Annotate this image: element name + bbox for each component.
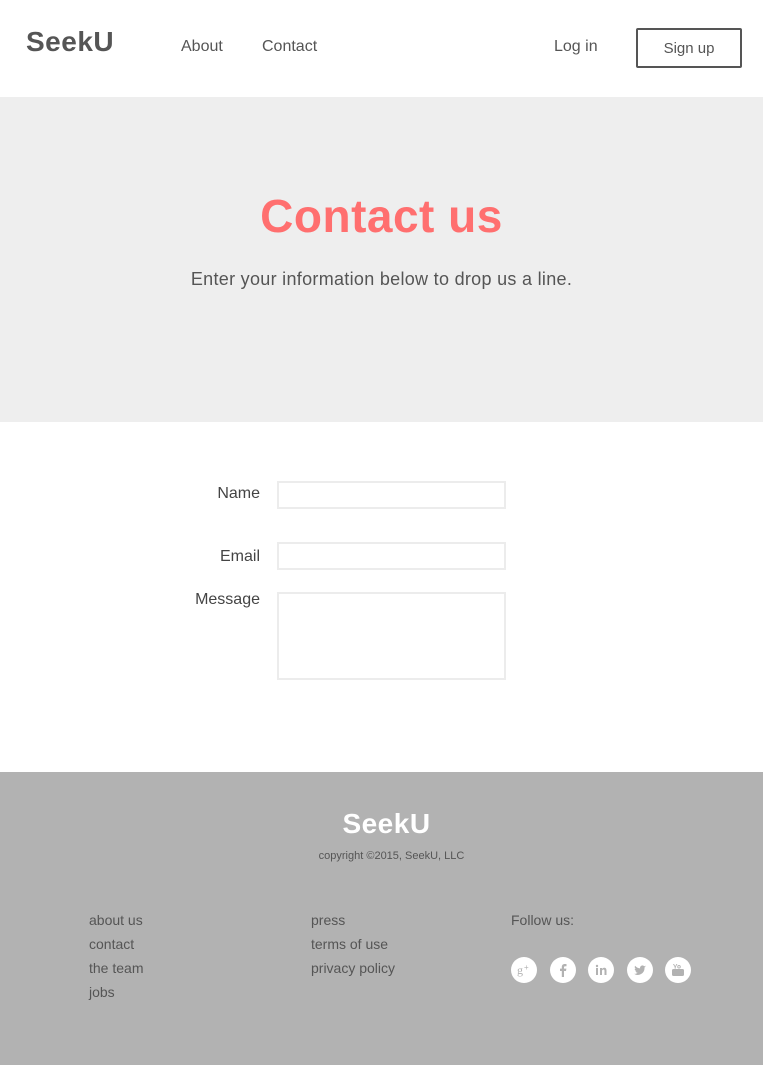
footer-logo: SeekU (342, 808, 431, 839)
footer-link-jobs[interactable]: jobs (89, 980, 143, 1004)
name-label: Name (217, 485, 260, 502)
logo[interactable]: SeekU (26, 26, 114, 58)
footer-link-the-team[interactable]: the team (89, 956, 143, 980)
footer-links-col1: about us contact the team jobs (89, 908, 143, 1004)
hero-section: Contact us Enter your information below … (0, 97, 763, 422)
nav-contact-link[interactable]: Contact (262, 38, 317, 56)
email-input[interactable] (277, 542, 506, 570)
page-title: Contact us (260, 190, 503, 242)
svg-text:+: + (524, 963, 529, 972)
svg-text:g: g (517, 963, 523, 977)
footer-links-col2: press terms of use privacy policy (311, 908, 395, 980)
name-input[interactable] (277, 481, 506, 509)
message-label: Message (195, 591, 260, 608)
page-subtitle: Enter your information below to drop us … (190, 269, 573, 289)
linkedin-icon[interactable] (588, 957, 614, 983)
footer-link-press[interactable]: press (311, 908, 395, 932)
footer-link-contact[interactable]: contact (89, 932, 143, 956)
youtube-icon[interactable] (665, 957, 691, 983)
copyright-text: copyright ©2015, SeekU, LLC (318, 850, 465, 862)
signup-button[interactable]: Sign up (636, 28, 742, 68)
footer-link-about-us[interactable]: about us (89, 908, 143, 932)
email-label: Email (219, 548, 260, 565)
facebook-icon[interactable] (550, 957, 576, 983)
nav-about-link[interactable]: About (181, 38, 223, 56)
message-textarea[interactable] (277, 592, 506, 680)
follow-us-label: Follow us: (511, 912, 575, 928)
footer-link-privacy[interactable]: privacy policy (311, 956, 395, 980)
login-link[interactable]: Log in (554, 38, 598, 56)
footer: SeekU copyright ©2015, SeekU, LLC about … (0, 772, 763, 1065)
google-plus-icon[interactable]: g + (511, 957, 537, 983)
footer-link-terms[interactable]: terms of use (311, 932, 395, 956)
twitter-icon[interactable] (627, 957, 653, 983)
header: SeekU About Contact Log in Sign up (0, 0, 763, 97)
